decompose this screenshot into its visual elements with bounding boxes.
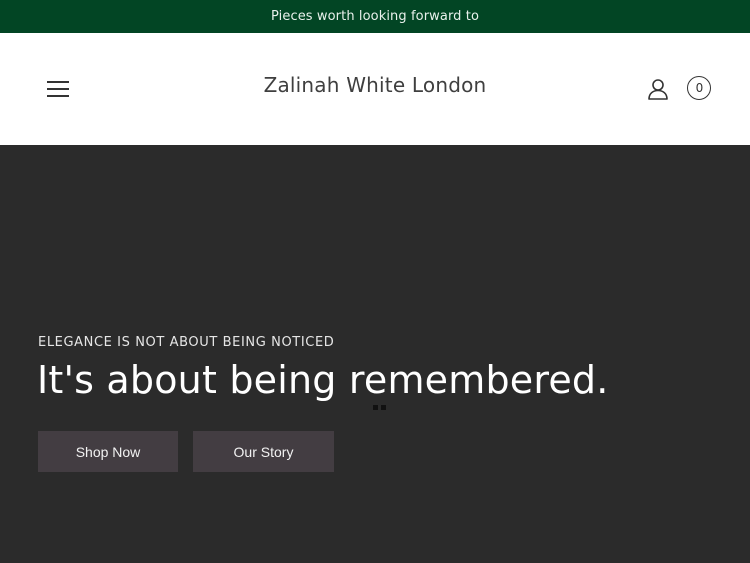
loading-dots-icon — [373, 405, 387, 410]
announcement-bar: Pieces worth looking forward to — [0, 0, 750, 33]
hero-heading: It's about being remembered. — [37, 358, 609, 402]
account-button[interactable] — [646, 78, 670, 100]
user-account-icon — [648, 79, 668, 100]
cart-button[interactable]: 0 — [687, 76, 713, 102]
menu-icon-line — [47, 81, 69, 83]
announcement-text: Pieces worth looking forward to — [270, 9, 480, 24]
shop-now-button[interactable]: Shop Now — [38, 431, 178, 472]
site-header: Zalinah White London 0 — [0, 33, 750, 145]
menu-icon-line — [47, 95, 69, 97]
hero-eyebrow: ELEGANCE IS NOT ABOUT BEING NOTICED — [38, 335, 335, 350]
loading-dot — [381, 405, 386, 410]
hero-banner: ELEGANCE IS NOT ABOUT BEING NOTICED It's… — [0, 145, 750, 563]
our-story-button[interactable]: Our Story — [193, 431, 334, 472]
brand-link[interactable]: Zalinah White London — [264, 73, 487, 97]
menu-button[interactable] — [44, 78, 72, 100]
menu-icon-line — [47, 88, 69, 90]
loading-dot — [373, 405, 378, 410]
cart-count: 0 — [695, 81, 704, 95]
brand-title: Zalinah White London — [0, 73, 750, 97]
